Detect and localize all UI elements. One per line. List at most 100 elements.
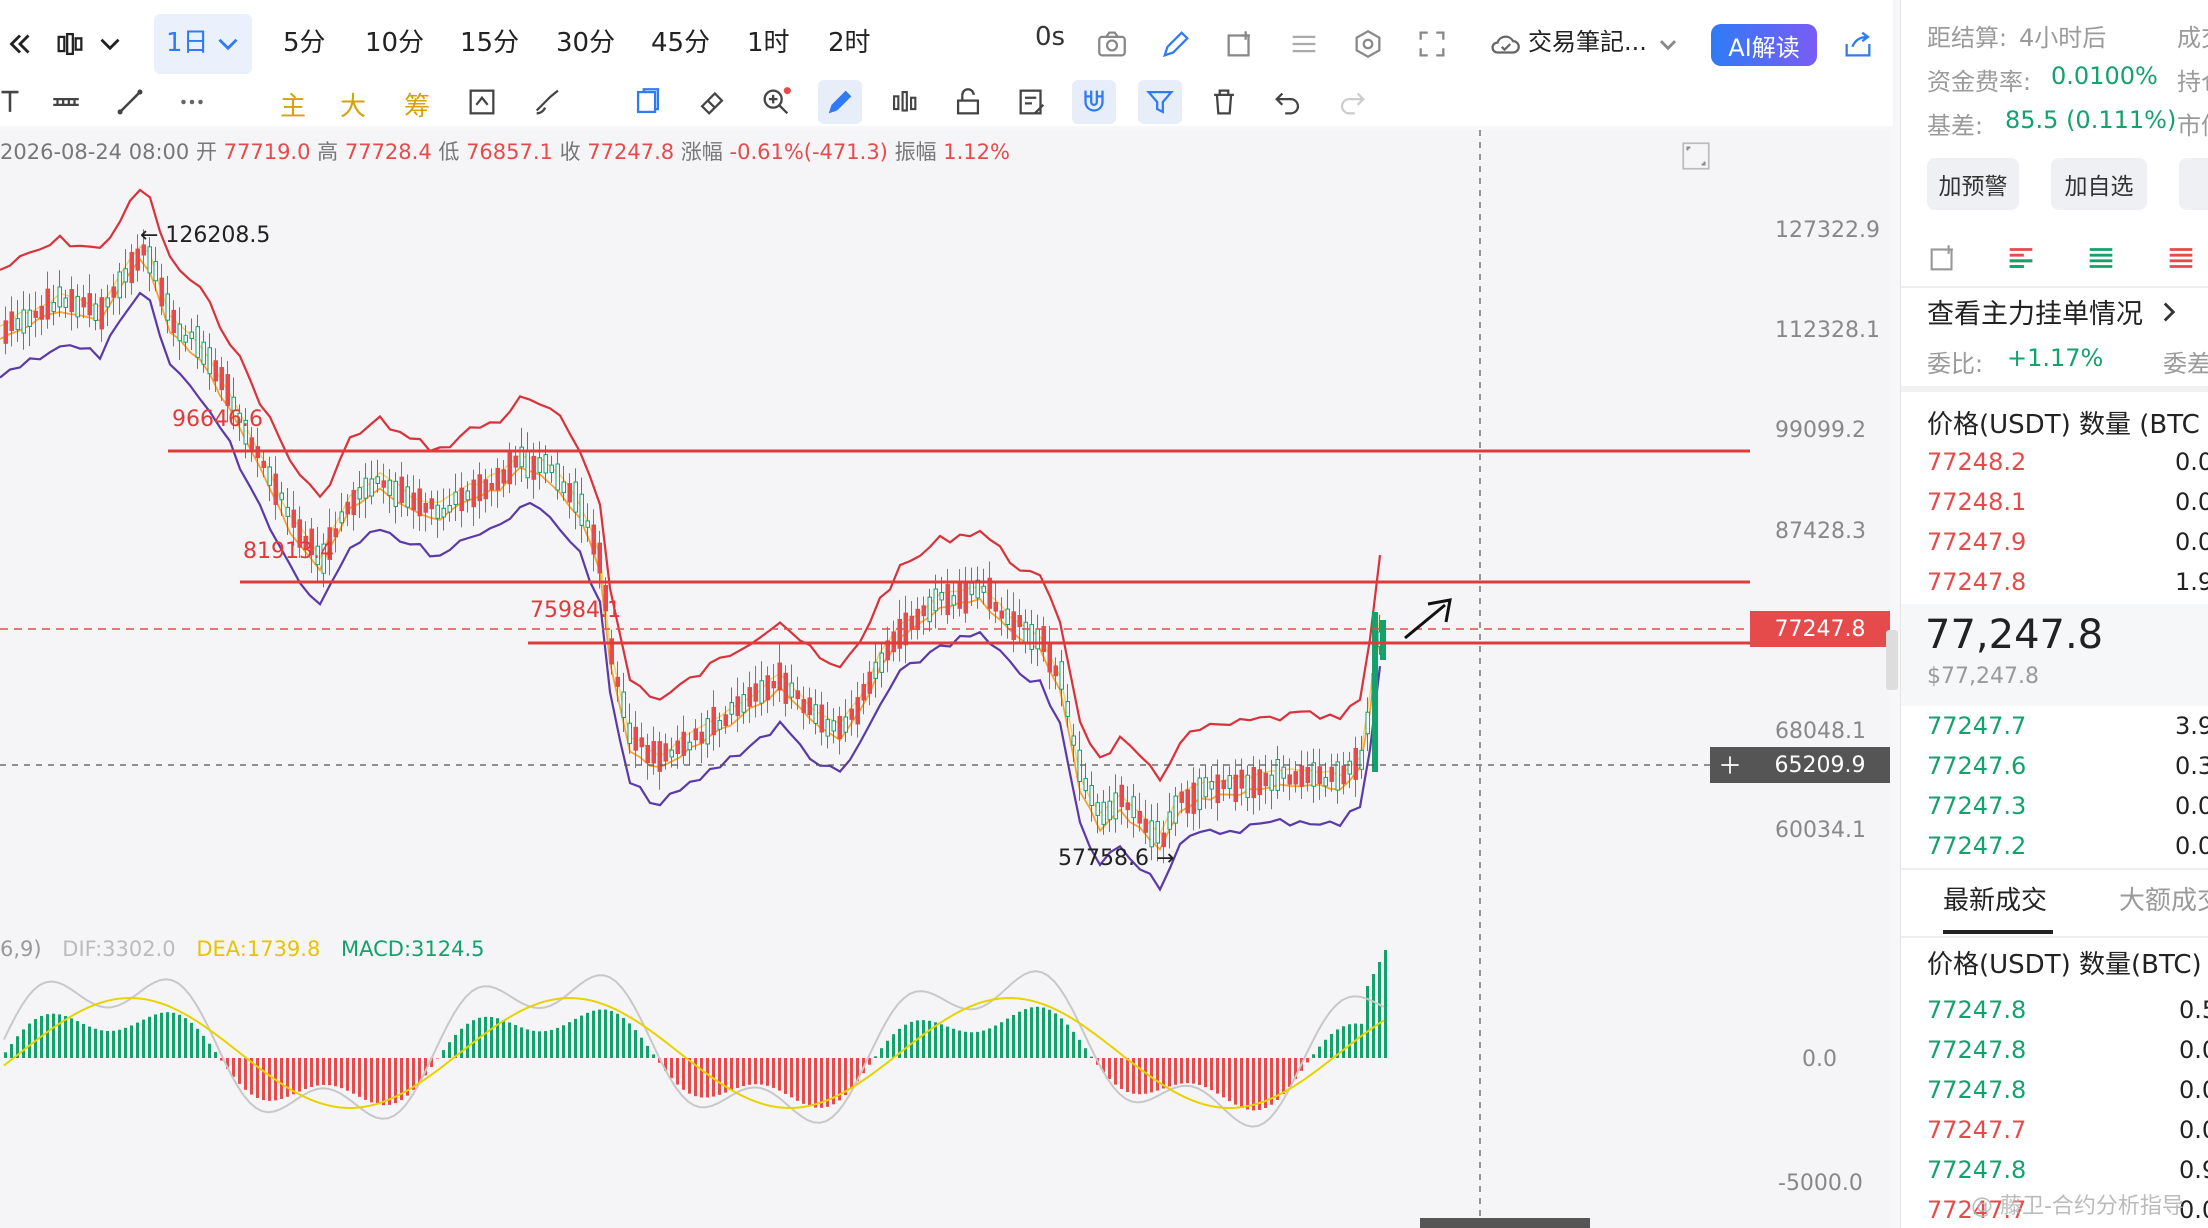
trade-notes-dropdown[interactable]: 交易筆記...	[1528, 22, 1647, 57]
collapse-left-icon[interactable]	[0, 24, 40, 64]
macd-bar	[238, 1058, 241, 1084]
candle-body	[375, 476, 380, 485]
orderbook-link[interactable]: 查看主力挂单情况	[1927, 292, 2143, 331]
orderbook-bids-icon[interactable]	[2081, 238, 2121, 278]
timeframe-chevron-icon[interactable]	[208, 24, 248, 64]
candle-body	[363, 477, 368, 499]
eraser-icon[interactable]	[692, 82, 732, 122]
indicator-main[interactable]: 主	[280, 86, 306, 123]
macd-panel	[3, 950, 1387, 1128]
pencil-icon[interactable]	[1156, 24, 1196, 64]
new-tab-icon[interactable]	[1923, 238, 1963, 278]
redo-icon[interactable]	[1332, 82, 1372, 122]
refresh-box-icon[interactable]	[462, 82, 502, 122]
macd-bar	[172, 1012, 175, 1058]
settings-icon[interactable]	[1348, 24, 1388, 64]
macd-bar	[952, 1028, 955, 1058]
price-chart[interactable]	[0, 130, 1890, 1228]
magnet-icon[interactable]	[1074, 82, 1114, 122]
more-button[interactable]	[2179, 158, 2208, 210]
macd-bar	[1234, 1058, 1237, 1105]
tab-15m[interactable]: 15分	[460, 22, 519, 59]
bid-price[interactable]: 77247.6	[1927, 752, 2026, 780]
chart-scrollbar[interactable]	[1420, 1218, 1590, 1228]
copy-icon[interactable]	[628, 82, 668, 122]
candle-body	[705, 718, 710, 745]
candle-type-icon[interactable]	[50, 24, 90, 64]
tab-10m[interactable]: 10分	[365, 22, 424, 59]
candle-body	[1335, 761, 1340, 791]
trendline-icon[interactable]	[110, 82, 150, 122]
orderbook-header: 价格(USDT) 数量 (BTC	[1927, 410, 2200, 440]
text-tool-icon[interactable]	[0, 82, 30, 122]
macd-bar	[148, 1016, 151, 1058]
tab-1h[interactable]: 1时	[747, 22, 790, 59]
candle-body	[1173, 795, 1178, 824]
tab-underline	[1943, 930, 2053, 934]
add-alert-button[interactable]: 加预警	[1927, 158, 2019, 210]
macd-bar	[754, 1058, 757, 1085]
lock-icon[interactable]	[948, 82, 988, 122]
ask-price[interactable]: 77248.2	[1927, 448, 2026, 476]
indicator-chips[interactable]: 筹	[404, 86, 430, 123]
add-watchlist-button[interactable]: 加自选	[2051, 158, 2147, 210]
candle-body	[51, 302, 56, 313]
bid-price[interactable]: 77247.3	[1927, 792, 2026, 820]
trend-arrow	[1404, 603, 1446, 640]
tab-large-trades[interactable]: 大额成交	[2119, 880, 2208, 917]
share-icon[interactable]	[1838, 24, 1878, 64]
candle-body	[813, 704, 818, 724]
tab-latest-trades[interactable]: 最新成交	[1943, 880, 2047, 917]
macd-bar	[1036, 1006, 1039, 1058]
chevron-down-icon[interactable]	[90, 24, 130, 64]
ask-price[interactable]: 77247.8	[1927, 568, 2026, 596]
undo-icon[interactable]	[1268, 82, 1308, 122]
chevron-right-icon[interactable]	[2149, 292, 2189, 332]
more-tools-icon[interactable]	[172, 82, 212, 122]
ask-price[interactable]: 77247.9	[1927, 528, 2026, 556]
tab-2h[interactable]: 2时	[828, 22, 871, 59]
macd-bar	[118, 1029, 121, 1058]
macd-bar	[484, 1016, 487, 1058]
trash-icon[interactable]	[1204, 82, 1244, 122]
macd-bar	[382, 1058, 385, 1106]
candle-body	[171, 309, 176, 334]
ruler-icon[interactable]	[46, 82, 86, 122]
new-window-icon[interactable]	[1220, 24, 1260, 64]
tab-30m[interactable]: 30分	[556, 22, 615, 59]
candle-compare-icon[interactable]	[884, 82, 924, 122]
panel-collapse-handle[interactable]	[1886, 630, 1898, 690]
crosshair-add-icon[interactable]	[1710, 747, 1750, 783]
fullscreen-icon[interactable]	[1412, 24, 1452, 64]
candle-body	[699, 731, 704, 744]
orderbook-both-icon[interactable]	[2001, 238, 2041, 278]
tab-45m[interactable]: 45分	[651, 22, 710, 59]
ask-price[interactable]: 77248.1	[1927, 488, 2026, 516]
macd-bar	[1342, 1026, 1345, 1058]
list-icon[interactable]	[1284, 24, 1324, 64]
candle-body	[483, 479, 488, 500]
macd-bar	[550, 1029, 553, 1058]
candle-body	[1239, 769, 1244, 789]
crosshair-price-badge: 65209.9	[1750, 747, 1890, 783]
bid-price[interactable]: 77247.7	[1927, 712, 2026, 740]
orderbook-asks-icon[interactable]	[2161, 238, 2201, 278]
pen-tool-icon[interactable]	[820, 82, 860, 122]
macd-bar	[1384, 950, 1387, 1058]
brush-icon[interactable]	[528, 82, 568, 122]
indicator-big[interactable]: 大	[340, 86, 366, 123]
filter-icon[interactable]	[1140, 82, 1180, 122]
tab-0s[interactable]: 0s	[1035, 22, 1065, 52]
zoom-in-icon[interactable]	[756, 82, 796, 122]
candle-body	[381, 480, 386, 488]
tab-1d[interactable]: 1日	[166, 22, 209, 59]
cloud-check-icon[interactable]	[1486, 24, 1526, 64]
bid-price[interactable]: 77247.2	[1927, 832, 2026, 860]
camera-icon[interactable]	[1092, 24, 1132, 64]
notes-chevron-icon[interactable]	[1648, 24, 1688, 64]
macd-bar	[370, 1058, 373, 1103]
ai-analysis-button[interactable]: AI解读	[1711, 24, 1817, 66]
tab-5m[interactable]: 5分	[283, 22, 326, 59]
candle-body	[531, 455, 536, 480]
edit-form-icon[interactable]	[1012, 82, 1052, 122]
